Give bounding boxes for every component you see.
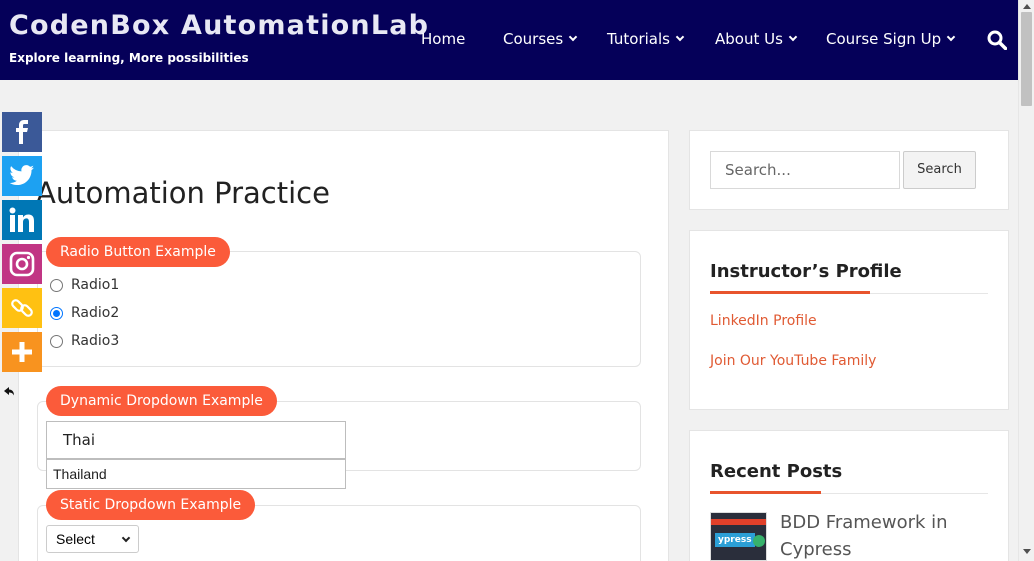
site-tagline: Explore learning, More possibilities <box>9 51 249 65</box>
nav-label: About Us <box>715 30 783 48</box>
chevron-down-icon <box>788 32 798 42</box>
facebook-icon <box>16 120 28 144</box>
recent-posts-title: Recent Posts <box>710 461 843 482</box>
radio-option-2[interactable]: Radio2 <box>50 305 119 321</box>
linkedin-profile-link[interactable]: LinkedIn Profile <box>710 313 817 329</box>
scroll-down-arrow-icon[interactable] <box>1023 549 1031 554</box>
copy-link-button[interactable] <box>2 288 42 328</box>
nav-item-course-sign-up[interactable]: Course Sign Up <box>826 30 956 48</box>
nav-label: Courses <box>503 30 564 48</box>
instagram-share-button[interactable] <box>2 244 42 284</box>
select-value: Select <box>56 531 95 547</box>
more-share-button[interactable] <box>2 332 42 372</box>
autocomplete-suggestion[interactable]: Thailand <box>46 459 346 489</box>
thumbnail-dot <box>753 535 765 547</box>
static-dropdown-select[interactable]: Select <box>46 525 139 553</box>
site-header: CodenBox AutomationLab Explore learning,… <box>0 0 1018 80</box>
radio-fieldset <box>37 251 641 367</box>
chevron-down-icon <box>946 32 956 42</box>
linkedin-share-button[interactable] <box>2 200 42 240</box>
twitter-share-button[interactable] <box>2 156 42 196</box>
nav-label: Course Sign Up <box>826 30 942 48</box>
more-icon <box>12 342 32 362</box>
post-thumbnail[interactable]: ypress <box>710 512 767 561</box>
static-dropdown-legend: Static Dropdown Example <box>46 490 256 520</box>
hide-share-bar-icon[interactable] <box>3 385 15 397</box>
chevron-down-icon <box>121 533 131 543</box>
youtube-family-link[interactable]: Join Our YouTube Family <box>710 353 876 369</box>
recent-post-link[interactable]: BDD Framework in Cypress <box>780 509 990 561</box>
radio-label: Radio2 <box>71 305 120 321</box>
search-icon[interactable] <box>987 30 1007 50</box>
chevron-down-icon <box>675 32 685 42</box>
facebook-share-button[interactable] <box>2 112 42 152</box>
instagram-icon <box>9 251 35 277</box>
thumbnail-label: ypress <box>715 533 755 547</box>
dynamic-dropdown-legend: Dynamic Dropdown Example <box>46 386 277 416</box>
radio-option-3[interactable]: Radio3 <box>50 333 119 349</box>
radio-button[interactable] <box>50 278 63 292</box>
thumbnail-stripe <box>711 519 766 525</box>
nav-label: Home <box>421 30 466 48</box>
instructor-widget-title: Instructor’s Profile <box>710 261 902 282</box>
radio-option-1[interactable]: Radio1 <box>50 277 119 293</box>
sidebar-search-input[interactable]: Search... <box>710 151 900 189</box>
radio-legend: Radio Button Example <box>46 237 230 267</box>
nav-label: Tutorials <box>607 30 670 48</box>
nav-item-about-us[interactable]: About Us <box>715 30 798 48</box>
nav-item-tutorials[interactable]: Tutorials <box>607 30 685 48</box>
sidebar-search-button[interactable]: Search <box>903 151 976 189</box>
radio-button[interactable] <box>50 334 63 348</box>
widget-title-underline <box>710 291 870 294</box>
copy-link-icon <box>11 299 33 317</box>
nav-item-home[interactable]: Home <box>421 30 465 48</box>
widget-title-underline <box>710 491 821 494</box>
linkedin-icon <box>9 207 34 232</box>
radio-button-checked[interactable] <box>50 306 63 320</box>
autocomplete-input[interactable]: Thai <box>46 421 346 459</box>
page-title: Automation Practice <box>36 176 330 210</box>
chevron-down-icon <box>568 32 578 42</box>
nav-item-courses[interactable]: Courses <box>503 30 578 48</box>
radio-label: Radio3 <box>71 333 120 349</box>
scroll-thumb[interactable] <box>1021 12 1032 106</box>
site-title[interactable]: CodenBox AutomationLab <box>9 10 429 41</box>
twitter-icon <box>9 165 34 186</box>
scroll-up-arrow-icon[interactable] <box>1023 4 1031 9</box>
page-scrollbar[interactable] <box>1018 0 1034 561</box>
radio-label: Radio1 <box>71 277 120 293</box>
